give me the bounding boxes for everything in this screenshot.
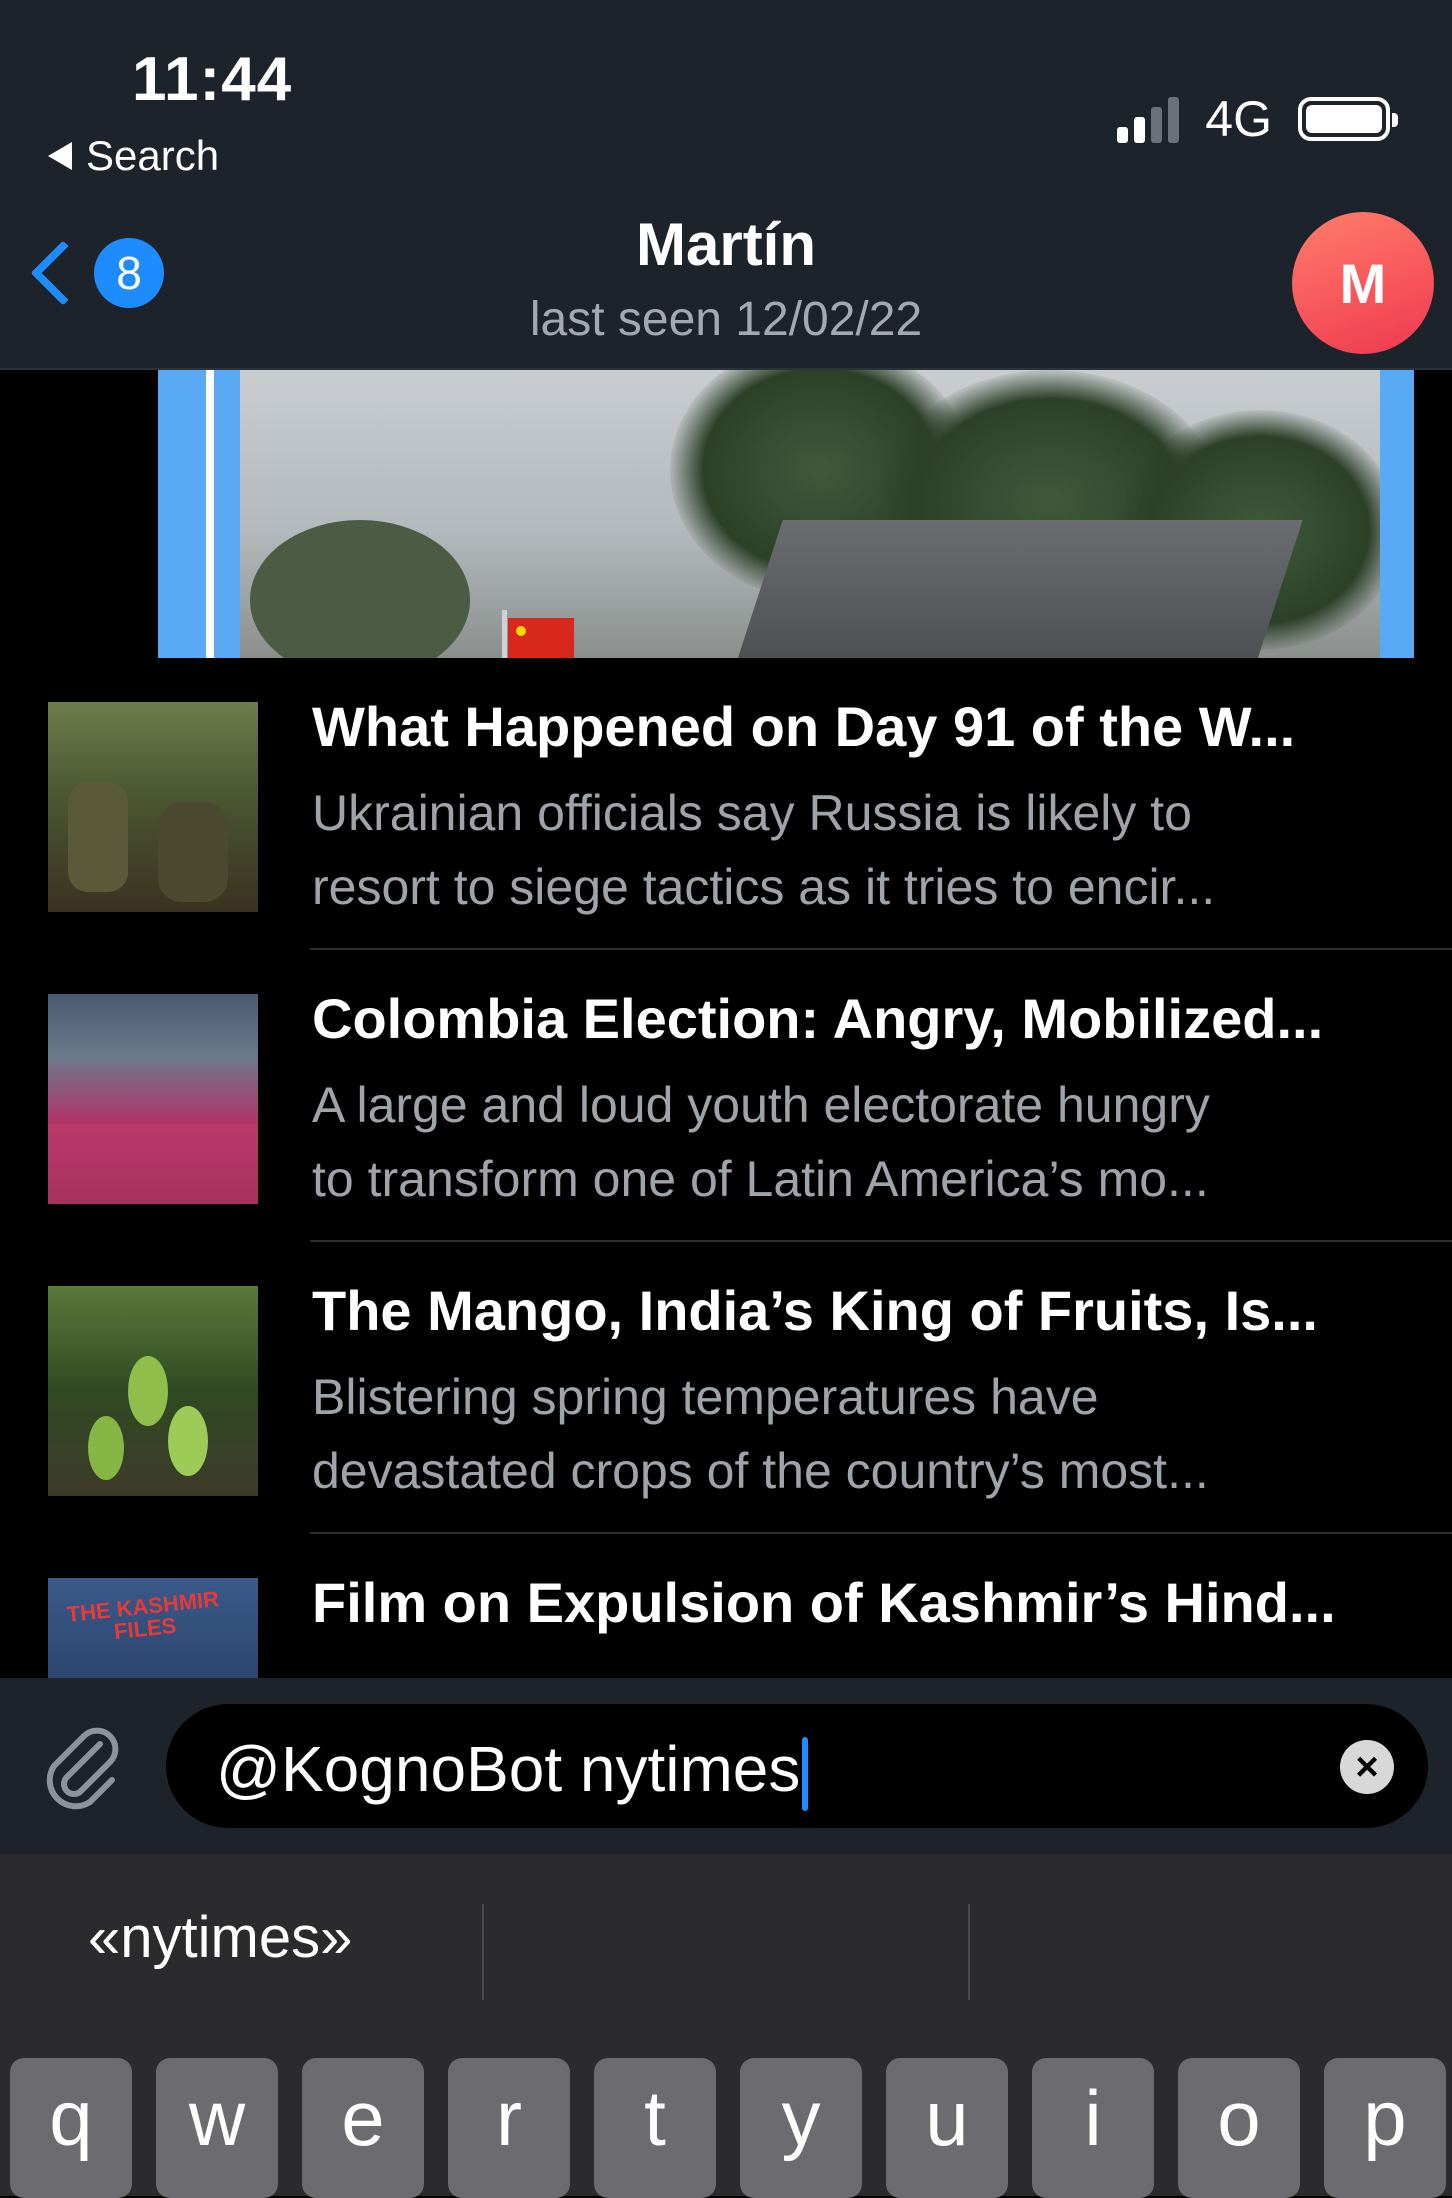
signal-icon: [1117, 95, 1180, 143]
result-thumbnail: [48, 702, 258, 912]
divider: [310, 1240, 1452, 1242]
inline-results-list: What Happened on Day 91 of the W... Ukra…: [0, 660, 1452, 1678]
key-i[interactable]: i: [1032, 2058, 1154, 2198]
key-r[interactable]: r: [448, 2058, 570, 2198]
suggestion-divider: [968, 1904, 970, 2000]
link-preview-image[interactable]: [0, 370, 1452, 660]
key-u[interactable]: u: [886, 2058, 1008, 2198]
contact-name[interactable]: Martín: [0, 210, 1452, 279]
key-p[interactable]: p: [1324, 2058, 1446, 2198]
avatar[interactable]: M: [1292, 212, 1434, 354]
result-description: A large and loud youth electorate hungry…: [312, 1077, 1210, 1207]
result-thumbnail: [48, 1286, 258, 1496]
back-app-label: Search: [86, 132, 220, 179]
status-indicators: 4G: [1117, 90, 1398, 148]
result-thumbnail: [48, 994, 258, 1204]
result-title: What Happened on Day 91 of the W...: [312, 695, 1296, 758]
message-input[interactable]: @KognoBot nytimes ×: [166, 1704, 1428, 1828]
preview-left-accent: [158, 370, 240, 658]
divider: [310, 1532, 1452, 1534]
list-item[interactable]: What Happened on Day 91 of the W... Ukra…: [0, 660, 1452, 950]
key-o[interactable]: o: [1178, 2058, 1300, 2198]
key-t[interactable]: t: [594, 2058, 716, 2198]
thumb-poster-text: THE KASHMIR FILES: [65, 1586, 221, 1645]
result-thumbnail: THE KASHMIR FILES: [48, 1578, 258, 1678]
text-caret: [802, 1737, 809, 1812]
flag-icon: [508, 618, 574, 658]
result-description: Ukrainian officials say Russia is likely…: [312, 785, 1216, 915]
key-e[interactable]: e: [302, 2058, 424, 2198]
message-composer: @KognoBot nytimes ×: [0, 1678, 1452, 1854]
battery-icon: [1298, 97, 1398, 141]
result-title: The Mango, India’s King of Fruits, Is...: [312, 1279, 1318, 1342]
chat-header: 11:44 Search 4G 8 Martín last seen 12/02…: [0, 0, 1452, 370]
network-type: 4G: [1205, 91, 1272, 147]
divider: [310, 948, 1452, 950]
result-description: Blistering spring temperatures have deva…: [312, 1369, 1209, 1499]
suggestion-item[interactable]: «nytimes»: [88, 1904, 352, 1971]
key-y[interactable]: y: [740, 2058, 862, 2198]
result-title: Colombia Election: Angry, Mobilized...: [312, 987, 1324, 1050]
clear-icon[interactable]: ×: [1340, 1740, 1394, 1794]
preview-photo: [240, 370, 1380, 658]
paperclip-icon[interactable]: [38, 1722, 126, 1810]
list-item[interactable]: Colombia Election: Angry, Mobilized... A…: [0, 952, 1452, 1242]
key-q[interactable]: q: [10, 2058, 132, 2198]
list-item[interactable]: The Mango, India’s King of Fruits, Is...…: [0, 1244, 1452, 1534]
keyboard: «nytimes» q w e r t y u i o p: [0, 1854, 1452, 2198]
key-w[interactable]: w: [156, 2058, 278, 2198]
message-input-value: @KognoBot nytimes: [216, 1732, 809, 1812]
key-row: q w e r t y u i o p: [0, 2058, 1452, 2198]
back-to-app-link[interactable]: Search: [48, 132, 219, 180]
result-title: Film on Expulsion of Kashmir’s Hind...: [312, 1571, 1336, 1634]
preview-right-accent: [1380, 370, 1414, 658]
last-seen-status: last seen 12/02/22: [529, 293, 923, 346]
list-item[interactable]: THE KASHMIR FILES Film on Expulsion of K…: [0, 1536, 1452, 1678]
back-triangle-icon: [48, 142, 72, 170]
status-time: 11:44: [132, 45, 293, 114]
suggestion-divider: [482, 1904, 484, 2000]
suggestion-bar: «nytimes»: [0, 1854, 1452, 2034]
